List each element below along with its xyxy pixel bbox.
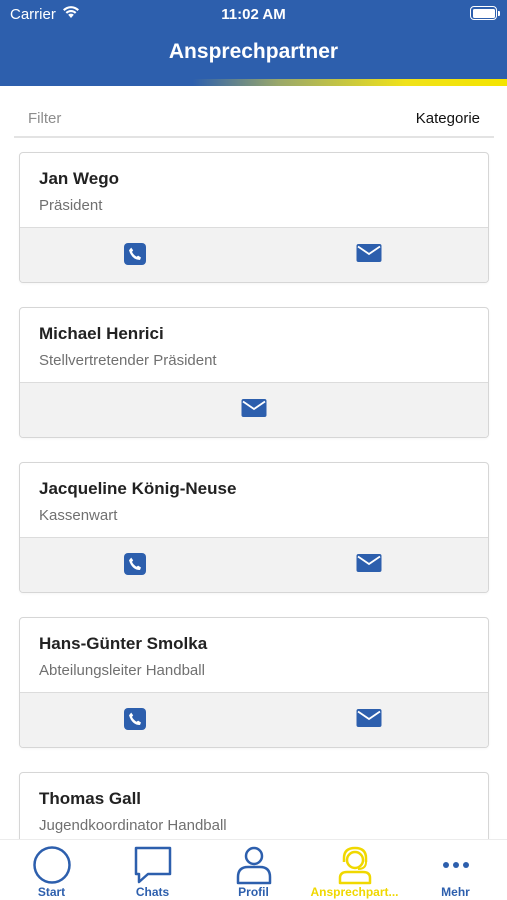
contact-name: Jacqueline König-Neuse [39,479,237,498]
contact-name: Thomas Gall [39,789,142,808]
more-dots-icon [443,862,469,868]
filter-input[interactable] [14,100,394,136]
tab-chats[interactable]: Chats [102,840,203,900]
tab-ansprechpartner[interactable]: Ansprechpart... [304,840,405,900]
contact-name: Michael Henrici [39,324,164,343]
tab-label: Mehr [441,885,470,899]
contact-role: Jugendkoordinator Handball [39,817,227,834]
contact-actions [20,382,488,437]
status-time: 11:02 AM [221,6,286,23]
mail-icon[interactable] [356,553,382,579]
headset-icon [338,846,372,885]
phone-icon[interactable] [124,553,150,579]
chat-bubble-icon [134,846,172,884]
tab-mehr[interactable]: Mehr [405,840,506,900]
mail-icon[interactable] [241,398,267,424]
contact-card: Jacqueline König-Neuse Kassenwart [19,462,489,593]
page-title: Ansprechpartner [168,40,339,63]
tab-start[interactable]: Start [1,840,102,900]
contact-role: Kassenwart [39,507,118,524]
status-bar: Carrier 11:02 AM [0,0,507,28]
contact-actions [20,692,488,747]
contact-card: Michael Henrici Stellvertretender Präsid… [19,307,489,438]
mail-icon[interactable] [356,243,382,269]
tab-label: Chats [135,885,170,899]
category-dropdown[interactable]: Kategorie [416,110,480,127]
phone-icon[interactable] [124,708,150,734]
phone-icon[interactable] [124,243,150,269]
contact-role: Stellvertretender Präsident [39,352,217,369]
contact-card: Jan Wego Präsident [19,152,489,283]
contact-actions [20,537,488,592]
app-header: Carrier 11:02 AM Ansprechpartner [0,0,507,86]
contact-card: Hans-Günter Smolka Abteilungsleiter Hand… [19,617,489,748]
tab-profil[interactable]: Profil [203,840,304,900]
mail-icon[interactable] [356,708,382,734]
tab-bar: Start Chats Profil Ansprechpart... Mehr [0,839,507,900]
circle-icon [33,846,71,884]
person-icon [236,846,272,885]
contact-name: Jan Wego [39,169,119,188]
contact-role: Abteilungsleiter Handball [39,662,205,679]
filter-bar: Kategorie [14,100,494,138]
contact-role: Präsident [39,197,103,214]
tab-label: Profil [238,885,269,899]
header-accent-stripe [0,79,507,86]
contact-card: Thomas Gall Jugendkoordinator Handball [19,772,489,840]
contact-list: Jan Wego Präsident Michael Henrici Stell… [0,140,507,840]
contact-actions [20,227,488,282]
contact-name: Hans-Günter Smolka [39,634,208,653]
tab-label: Start [37,885,66,899]
tab-label: Ansprechpart... [310,885,399,899]
battery-icon [470,6,500,20]
